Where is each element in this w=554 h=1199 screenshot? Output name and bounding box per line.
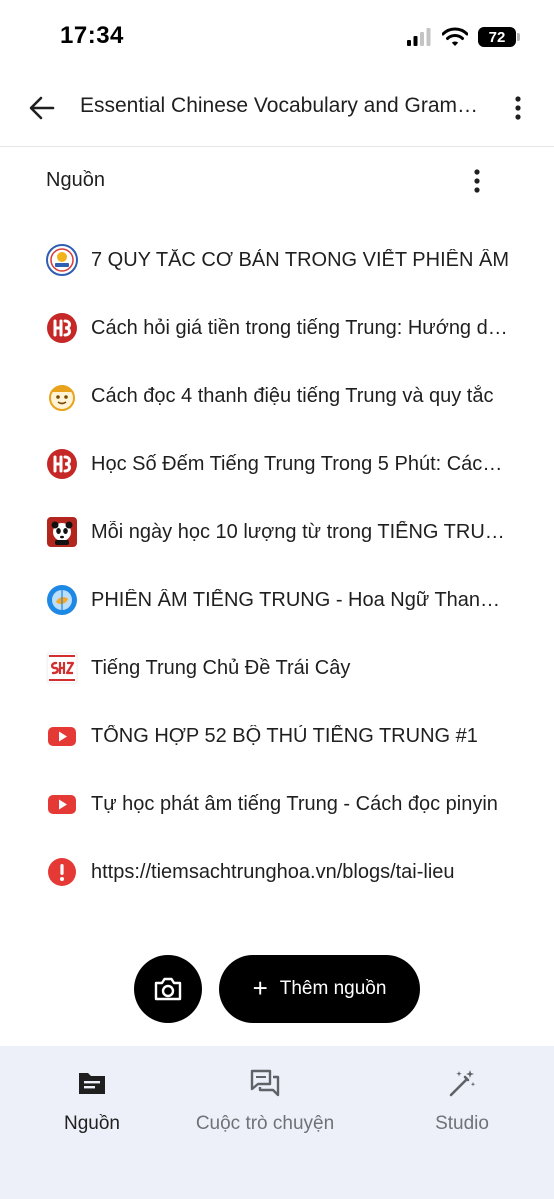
source-label: Học Số Đếm Tiếng Trung Trong 5 Phút: Các… <box>91 452 509 475</box>
source-label: https://tiemsachtrunghoa.vn/blogs/tai-li… <box>91 860 455 883</box>
nav-item-sources[interactable]: Nguồn <box>2 1066 182 1135</box>
nav-label-studio: Studio <box>435 1113 489 1134</box>
bottom-navigation: Nguồn Cuộc trò chuyện Studio <box>0 1046 554 1199</box>
ncit-logo-icon <box>46 244 78 276</box>
source-item[interactable]: Cách hỏi giá tiền trong tiếng Trung: Hướ… <box>0 294 554 362</box>
more-vert-icon <box>474 169 480 193</box>
more-options-button[interactable] <box>500 88 536 128</box>
plus-icon: + <box>252 973 268 1003</box>
battery-icon: 72 <box>478 27 520 47</box>
source-item[interactable]: Học Số Đếm Tiếng Trung Trong 5 Phút: Các… <box>0 430 554 498</box>
panda-logo-icon <box>46 516 78 548</box>
battery-level: 72 <box>488 28 506 46</box>
status-icons: 72 <box>406 25 520 49</box>
nav-item-studio[interactable]: Studio <box>372 1066 552 1135</box>
red-brand-logo-icon <box>46 312 78 344</box>
sources-icon <box>75 1066 109 1100</box>
source-item[interactable]: Tự học phát âm tiếng Trung - Cách đọc pi… <box>0 770 554 838</box>
source-label: PHIÊN ÂM TIẾNG TRUNG - Hoa Ngữ Thanh Hươ… <box>91 588 509 611</box>
nav-item-chat[interactable]: Cuộc trò chuyện <box>186 1066 344 1135</box>
source-list: 7 QUY TẮC CƠ BẢN TRONG VIẾT PHIÊN ÂM Các… <box>0 226 554 906</box>
add-source-button[interactable]: + Thêm nguồn <box>219 955 420 1023</box>
chat-icon <box>248 1066 282 1100</box>
back-button[interactable] <box>22 88 62 128</box>
studio-wand-icon <box>445 1066 479 1100</box>
youtube-icon <box>46 788 78 820</box>
source-label: Tự học phát âm tiếng Trung - Cách đọc pi… <box>91 792 498 815</box>
source-label: Tiếng Trung Chủ Đề Trái Cây <box>91 656 351 679</box>
source-item[interactable]: Mỗi ngày học 10 lượng từ trong TIẾNG TRU… <box>0 498 554 566</box>
source-item[interactable]: PHIÊN ÂM TIẾNG TRUNG - Hoa Ngữ Thanh Hươ… <box>0 566 554 634</box>
source-label: 7 QUY TẮC CƠ BẢN TRONG VIẾT PHIÊN ÂM <box>91 248 509 271</box>
status-time: 17:34 <box>60 22 124 49</box>
nav-label-chat: Cuộc trò chuyện <box>195 1113 335 1134</box>
source-label: Mỗi ngày học 10 lượng từ trong TIẾNG TRU… <box>91 520 509 543</box>
arrow-back-icon <box>29 96 55 120</box>
add-source-label: Thêm nguồn <box>279 978 387 999</box>
source-item[interactable]: https://tiemsachtrunghoa.vn/blogs/tai-li… <box>0 838 554 906</box>
red-brand-logo-icon <box>46 448 78 480</box>
wifi-icon <box>442 27 468 46</box>
sources-title: Nguồn <box>46 169 105 191</box>
source-item[interactable]: TỔNG HỢP 52 BỘ THỦ TIẾNG TRUNG #1 <box>0 702 554 770</box>
app-bar: Essential Chinese Vocabulary and Grammar <box>0 72 554 144</box>
nav-label-sources: Nguồn <box>64 1113 120 1134</box>
notebook-title: Essential Chinese Vocabulary and Grammar <box>80 94 482 117</box>
source-label: Cách hỏi giá tiền trong tiếng Trung: Hướ… <box>91 316 509 339</box>
error-alert-icon <box>46 856 78 888</box>
source-label: Cách đọc 4 thanh điệu tiếng Trung và quy… <box>91 384 494 407</box>
source-label: TỔNG HỢP 52 BỘ THỦ TIẾNG TRUNG #1 <box>91 724 478 747</box>
source-item[interactable]: Tiếng Trung Chủ Đề Trái Cây <box>0 634 554 702</box>
camera-icon <box>154 977 182 1001</box>
status-bar: 17:34 72 <box>0 0 554 72</box>
sources-header: Nguồn <box>0 147 554 213</box>
camera-button[interactable] <box>134 955 202 1023</box>
cartoon-face-logo-icon <box>46 380 78 412</box>
sources-more-button[interactable] <box>462 161 492 201</box>
youtube-icon <box>46 720 78 752</box>
cellular-signal-icon <box>407 28 431 46</box>
globe-logo-icon <box>46 584 78 616</box>
shz-logo-icon <box>46 652 78 684</box>
source-item[interactable]: 7 QUY TẮC CƠ BẢN TRONG VIẾT PHIÊN ÂM <box>0 226 554 294</box>
source-item[interactable]: Cách đọc 4 thanh điệu tiếng Trung và quy… <box>0 362 554 430</box>
more-vert-icon <box>515 96 521 120</box>
